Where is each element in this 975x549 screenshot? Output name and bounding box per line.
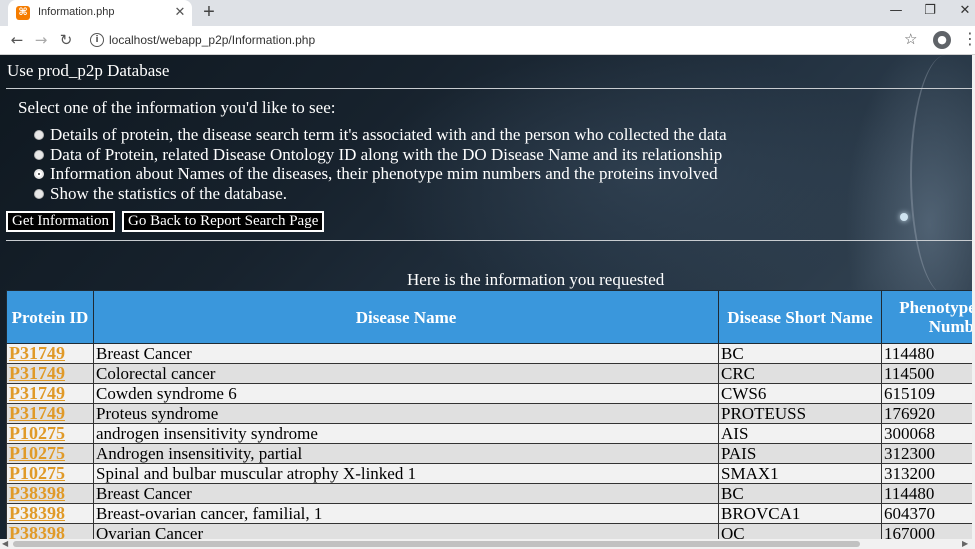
radio-button[interactable] <box>34 130 44 140</box>
address-bar[interactable]: i localhost/webapp_p2p/Information.php <box>84 28 924 52</box>
disease-short-name-cell: SMAX1 <box>718 463 882 484</box>
option-label: Data of Protein, related Disease Ontolog… <box>50 144 723 164</box>
page-viewport: Use prod_p2p Database Select one of the … <box>0 55 972 539</box>
table-row: P10275 Androgen insensitivity, partial P… <box>6 443 972 464</box>
glow-dot-decoration <box>900 213 908 221</box>
mim-number-cell: 604370 <box>881 503 972 524</box>
tab-close-icon[interactable]: ✕ <box>172 4 188 20</box>
divider <box>6 88 972 89</box>
table-row: P31749 Breast Cancer BC 114480 <box>6 343 972 364</box>
disease-name-cell: Ovarian Cancer <box>93 523 719 539</box>
table-row: P31749 Colorectal cancer CRC 114500 <box>6 363 972 384</box>
disease-name-cell: Spinal and bulbar muscular atrophy X-lin… <box>93 463 719 484</box>
protein-id-link[interactable]: P31749 <box>6 363 94 384</box>
restore-icon[interactable]: ❐ <box>920 3 940 18</box>
disease-short-name-cell: OC <box>718 523 882 539</box>
forward-arrow-icon[interactable]: → <box>32 31 50 49</box>
table-row: P38398 Breast-ovarian cancer, familial, … <box>6 503 972 524</box>
radio-button[interactable] <box>34 149 44 160</box>
disease-name-cell: androgen insensitivity syndrome <box>93 423 719 444</box>
back-to-search-button[interactable]: Go Back to Report Search Page <box>122 211 325 232</box>
disease-name-cell: Breast Cancer <box>93 483 719 504</box>
option-label: Show the statistics of the database. <box>50 183 288 203</box>
protein-id-link[interactable]: P38398 <box>6 503 94 524</box>
option-label: Details of protein, the disease search t… <box>50 125 727 144</box>
protein-id-link[interactable]: P38398 <box>6 523 94 539</box>
disease-short-name-cell: PROTEUSS <box>718 403 882 424</box>
disease-short-name-cell: AIS <box>718 423 882 444</box>
column-header-disease-short-name: Disease Short Name <box>718 290 882 344</box>
disease-short-name-cell: BC <box>718 483 882 504</box>
favicon-icon: ⌘ <box>16 6 30 20</box>
mim-number-cell: 176920 <box>881 403 972 424</box>
mim-number-cell: 313200 <box>881 463 972 484</box>
disease-name-cell: Proteus syndrome <box>93 403 719 424</box>
table-row: P38398 Breast Cancer BC 114480 <box>6 483 972 504</box>
table-row: P31749 Cowden syndrome 6 CWS6 615109 <box>6 383 972 404</box>
site-info-icon[interactable]: i <box>90 33 104 47</box>
table-row: P38398 Ovarian Cancer OC 167000 <box>6 523 972 539</box>
table-row: P10275 androgen insensitivity syndrome A… <box>6 423 972 444</box>
minimize-icon[interactable]: — <box>886 3 906 18</box>
scroll-right-icon[interactable]: ▶ <box>962 539 968 548</box>
selection-prompt: Select one of the information you'd like… <box>18 98 336 117</box>
table-row: P31749 Proteus syndrome PROTEUSS 176920 <box>6 403 972 424</box>
divider <box>6 240 972 241</box>
protein-id-link[interactable]: P10275 <box>6 443 94 464</box>
window-close-icon[interactable]: ✕ <box>955 3 975 18</box>
mim-number-cell: 114500 <box>881 363 972 384</box>
disease-name-cell: Breast-ovarian cancer, familial, 1 <box>93 503 719 524</box>
horizontal-scrollbar[interactable]: ◀ ▶ <box>0 539 975 549</box>
mim-number-cell: 300068 <box>881 423 972 444</box>
bookmark-star-icon[interactable]: ☆ <box>904 30 917 48</box>
browser-toolbar: ← → ↻ i localhost/webapp_p2p/Information… <box>0 26 975 55</box>
option-label: Information about Names of the diseases,… <box>50 164 718 183</box>
disease-short-name-cell: CRC <box>718 363 882 384</box>
protein-id-link[interactable]: P31749 <box>6 343 94 364</box>
reload-icon[interactable]: ↻ <box>57 31 75 49</box>
column-header-disease-name: Disease Name <box>93 290 719 344</box>
mim-number-cell: 167000 <box>881 523 972 539</box>
scrollbar-thumb[interactable] <box>13 541 860 547</box>
browser-tab[interactable]: ⌘ Information.php ✕ <box>8 0 192 26</box>
browser-menu-icon[interactable]: ⋮ <box>962 29 975 48</box>
table-row: P10275 Spinal and bulbar muscular atroph… <box>6 463 972 484</box>
disease-short-name-cell: CWS6 <box>718 383 882 404</box>
disease-name-cell: Cowden syndrome 6 <box>93 383 719 404</box>
disease-name-cell: Breast Cancer <box>93 343 719 364</box>
dna-helix-decoration <box>910 55 972 295</box>
protein-id-link[interactable]: P38398 <box>6 483 94 504</box>
disease-name-cell: Androgen insensitivity, partial <box>93 443 719 464</box>
protein-id-link[interactable]: P31749 <box>6 403 94 424</box>
disease-short-name-cell: BROVCA1 <box>718 503 882 524</box>
mim-number-cell: 114480 <box>881 343 972 364</box>
disease-short-name-cell: BC <box>718 343 882 364</box>
database-title: Use prod_p2p Database <box>7 61 170 80</box>
protein-id-link[interactable]: P31749 <box>6 383 94 404</box>
column-header-protein-id: Protein ID <box>6 290 94 344</box>
result-caption: Here is the information you requested <box>407 270 665 289</box>
results-table: Protein ID Disease Name Disease Short Na… <box>6 290 972 539</box>
account-icon[interactable]: ● <box>933 31 951 49</box>
radio-button[interactable] <box>34 188 44 199</box>
scroll-left-icon[interactable]: ◀ <box>2 539 8 548</box>
protein-id-link[interactable]: P10275 <box>6 423 94 444</box>
get-information-button[interactable]: Get Information <box>6 211 116 232</box>
disease-short-name-cell: PAIS <box>718 443 882 464</box>
mim-number-cell: 114480 <box>881 483 972 504</box>
back-arrow-icon[interactable]: ← <box>8 31 26 49</box>
mim-number-cell: 312300 <box>881 443 972 464</box>
table-header-row: Protein ID Disease Name Disease Short Na… <box>6 290 972 344</box>
url-text[interactable]: localhost/webapp_p2p/Information.php <box>109 33 315 47</box>
tab-strip: ⌘ Information.php ✕ + — ❐ ✕ <box>0 0 975 26</box>
disease-name-cell: Colorectal cancer <box>93 363 719 384</box>
protein-id-link[interactable]: P10275 <box>6 463 94 484</box>
column-header-phenotype-mim: Phenotype MIM Number <box>881 290 972 344</box>
radio-button-selected[interactable] <box>34 169 44 179</box>
tab-title: Information.php <box>38 6 115 18</box>
new-tab-icon[interactable]: + <box>200 1 218 23</box>
mim-number-cell: 615109 <box>881 383 972 404</box>
